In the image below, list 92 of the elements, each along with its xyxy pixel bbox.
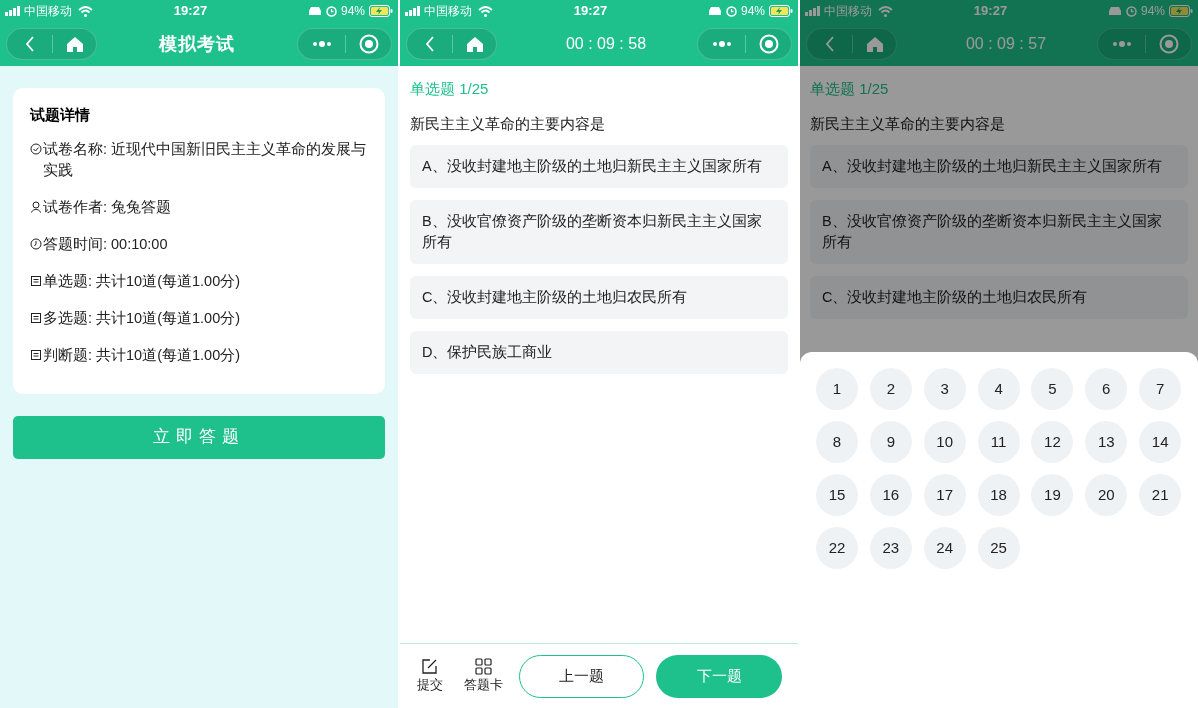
exam-detail-text: 试卷作者: 兔兔答题 <box>43 197 172 217</box>
home-icon <box>866 36 883 52</box>
answer-option[interactable]: B、没收官僚资产阶级的垄断资本归新民主主义国家所有 <box>810 200 1188 264</box>
target-icon <box>358 34 379 54</box>
clock-time: 19:27 <box>173 2 208 21</box>
question-number-button[interactable]: 7 <box>1139 368 1182 410</box>
question-number-button[interactable]: 23 <box>869 527 912 569</box>
answer-option[interactable]: C、没收封建地主阶级的土地归农民所有 <box>810 276 1188 319</box>
question-number-button[interactable]: 25 <box>977 527 1020 569</box>
document-icon <box>30 348 42 361</box>
carrier-name: 中国移动 <box>824 3 872 20</box>
answer-option[interactable]: D、保护民族工商业 <box>410 331 788 374</box>
clock-time: 19:27 <box>973 2 1008 21</box>
question-number-button[interactable]: 19 <box>1031 474 1074 516</box>
exam-detail-text: 判断题: 共计10道(每道1.00分) <box>43 345 241 365</box>
battery-percent: 94% <box>1140 3 1165 20</box>
question-number-button[interactable]: 3 <box>923 368 966 410</box>
car-icon <box>1107 6 1122 16</box>
alarm-icon <box>325 5 337 17</box>
question-text: 新民主主义革命的主要内容是 <box>410 113 606 134</box>
submit-button[interactable]: 提交 <box>416 657 444 695</box>
battery-percent: 94% <box>740 3 765 20</box>
signal-icon <box>5 6 21 16</box>
battery-percent: 94% <box>340 3 365 20</box>
question-number-button[interactable]: 17 <box>923 474 966 516</box>
wifi-icon <box>878 5 893 17</box>
question-number-button[interactable]: 24 <box>923 527 966 569</box>
page-title: 模拟考试 <box>159 32 235 56</box>
alarm-icon <box>1125 5 1137 17</box>
alarm-icon <box>725 5 737 17</box>
wifi-icon <box>478 5 493 17</box>
circle-check-icon <box>30 142 42 155</box>
answer-option[interactable]: A、没收封建地主阶级的土地归新民主主义国家所有 <box>810 145 1188 188</box>
grid-icon <box>474 657 492 675</box>
exam-detail-text: 答题时间: 00:10:00 <box>43 234 168 254</box>
battery-charging-icon <box>769 5 793 17</box>
more-icon <box>311 41 332 47</box>
question-number-button[interactable]: 21 <box>1139 474 1182 516</box>
answer-option[interactable]: A、没收封建地主阶级的土地归新民主主义国家所有 <box>410 145 788 188</box>
answer-option[interactable]: C、没收封建地主阶级的土地归农民所有 <box>410 276 788 319</box>
question-number-button[interactable]: 1 <box>816 368 858 410</box>
document-icon <box>30 274 42 287</box>
exam-detail-text: 试卷名称: 近现代中国新旧民主主义革命的发展与实践 <box>43 139 368 180</box>
answer-card-button[interactable]: 答题卡 <box>463 657 503 695</box>
question-number-button[interactable]: 11 <box>977 421 1020 463</box>
signal-icon <box>405 6 421 16</box>
question-number-button[interactable]: 6 <box>1085 368 1128 410</box>
card-title: 试题详情 <box>30 105 91 125</box>
carrier-name: 中国移动 <box>24 3 72 20</box>
question-text: 新民主主义革命的主要内容是 <box>810 113 1006 134</box>
home-icon <box>66 36 83 52</box>
battery-charging-icon <box>1169 5 1193 17</box>
edit-icon <box>421 657 439 675</box>
question-number-button[interactable]: 8 <box>816 421 858 463</box>
countdown-timer: 00 : 09 : 58 <box>565 34 647 54</box>
question-number-button[interactable]: 16 <box>869 474 912 516</box>
home-icon <box>466 36 483 52</box>
question-number-button[interactable]: 10 <box>923 421 966 463</box>
clock-time: 19:27 <box>573 2 608 21</box>
answer-option[interactable]: B、没收官僚资产阶级的垄断资本归新民主主义国家所有 <box>410 200 788 264</box>
question-number-button[interactable]: 2 <box>869 368 912 410</box>
question-number-button[interactable]: 12 <box>1031 421 1074 463</box>
exam-detail-text: 单选题: 共计10道(每道1.00分) <box>43 271 241 291</box>
car-icon <box>307 6 322 16</box>
battery-charging-icon <box>369 5 393 17</box>
target-icon <box>758 34 779 54</box>
user-icon <box>30 200 42 213</box>
question-number-button[interactable]: 15 <box>816 474 858 516</box>
question-number: 单选题 1/25 <box>810 79 890 99</box>
question-number-button[interactable]: 9 <box>869 421 912 463</box>
wifi-icon <box>78 5 93 17</box>
more-icon <box>1111 41 1132 47</box>
question-number-button[interactable]: 18 <box>977 474 1020 516</box>
exam-detail-text: 多选题: 共计10道(每道1.00分) <box>43 308 241 328</box>
question-number-button[interactable]: 14 <box>1139 421 1182 463</box>
back-icon <box>424 36 435 52</box>
question-number-button[interactable]: 22 <box>816 527 858 569</box>
car-icon <box>707 6 722 16</box>
countdown-timer: 00 : 09 : 57 <box>965 34 1047 54</box>
carrier-name: 中国移动 <box>424 3 472 20</box>
signal-icon <box>805 6 821 16</box>
question-number-button[interactable]: 20 <box>1085 474 1128 516</box>
back-icon <box>24 36 35 52</box>
question-number-button[interactable]: 5 <box>1031 368 1074 410</box>
question-number-button[interactable]: 13 <box>1085 421 1128 463</box>
more-icon <box>711 41 732 47</box>
document-icon <box>30 311 42 324</box>
question-number: 单选题 1/25 <box>410 79 490 99</box>
clock-icon <box>30 237 42 250</box>
question-number-button[interactable]: 4 <box>977 368 1020 410</box>
target-icon <box>1158 34 1179 54</box>
back-icon <box>824 36 835 52</box>
